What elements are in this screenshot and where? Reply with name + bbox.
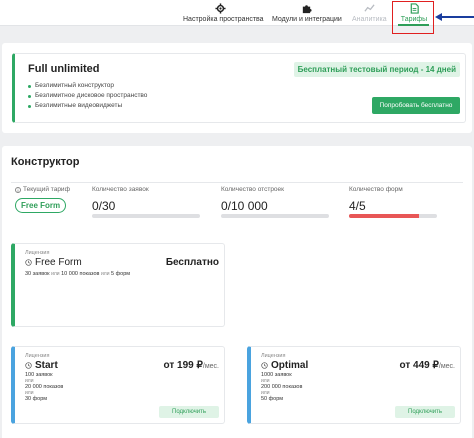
tab-modules-label: Модули и интеграции [272, 16, 342, 23]
annotation-arrow-head [435, 13, 442, 21]
license-label: Лицензия [261, 353, 286, 359]
stat-forms: Количество форм 4/5 [349, 186, 437, 218]
full-unlimited-card: Full unlimited Безлимитный конструктор Б… [2, 43, 472, 133]
stat-builds-value: 0/10 000 [221, 199, 268, 213]
current-tariff-label: Текущий тариф [23, 186, 70, 193]
clock-icon [25, 362, 32, 369]
plan-name: Free Form [35, 257, 82, 268]
feature-item: Безлимитное дисковое пространство [28, 91, 147, 101]
gear-icon [214, 3, 226, 14]
stat-forms-label: Количество форм [349, 186, 403, 193]
progress-fill [349, 214, 420, 218]
license-label: Лицензия [25, 353, 50, 359]
stat-builds-label: Количество отстроек [221, 186, 285, 193]
feature-item: Безлимитные видеовиджеты [28, 101, 147, 111]
constructor-title: Конструктор [11, 156, 80, 168]
plan-price: от 449 ₽/мес. [399, 360, 455, 371]
clock-icon [261, 362, 268, 369]
plan-limits: 1000 заявок или 200 000 показов или 50 ф… [261, 372, 303, 402]
tab-modules[interactable]: Модули и интеграции [272, 3, 342, 23]
tab-analytics-label: Аналитика [352, 16, 387, 23]
trial-badge: Бесплатный тестовый период - 14 дней [293, 62, 460, 77]
plan-limits: 100 заявок или 20 000 показов или 30 фор… [25, 372, 64, 402]
tab-analytics[interactable]: Аналитика [352, 3, 387, 23]
try-free-button[interactable]: Попробовать бесплатно [372, 97, 460, 114]
tab-space-settings[interactable]: Настройка пространства [183, 3, 264, 23]
info-icon: i [15, 186, 21, 193]
full-unlimited-panel: Full unlimited Безлимитный конструктор Б… [12, 53, 466, 123]
stat-requests-progress [92, 214, 200, 218]
plan-card-optimal: Лицензия Optimal от 449 ₽/мес. 1000 заяв… [247, 346, 461, 424]
plan-name: Start [35, 360, 58, 371]
feature-list: Безлимитный конструктор Безлимитное диск… [28, 81, 147, 111]
plan-price: от 199 ₽/мес. [163, 360, 219, 371]
stat-forms-progress [349, 214, 437, 218]
plan-price: Бесплатно [165, 257, 219, 268]
connect-button[interactable]: Подключить [395, 406, 455, 418]
plan-card-start: Лицензия Start от 199 ₽/мес. 100 заявок … [11, 346, 225, 424]
puzzle-icon [302, 5, 312, 14]
stat-builds: Количество отстроек 0/10 000 [221, 186, 329, 218]
current-tariff-badge: Free Form [15, 198, 67, 213]
clock-icon [25, 259, 32, 266]
current-tariff: i Текущий тариф Free Form [15, 186, 70, 213]
stat-requests-label: Количество заявок [92, 186, 149, 193]
stat-requests-value: 0/30 [92, 199, 116, 213]
stat-requests: Количество заявок 0/30 [92, 186, 200, 218]
full-unlimited-title: Full unlimited [28, 63, 100, 75]
annotation-arrow-shaft [438, 16, 474, 18]
tab-space-settings-label: Настройка пространства [183, 16, 264, 23]
plan-limits: 30 заявок или 10 000 показов или 5 форм [25, 271, 131, 277]
annotation-highlight-box [392, 1, 434, 34]
license-label: Лицензия [25, 250, 50, 256]
connect-button[interactable]: Подключить [159, 406, 219, 418]
plan-name: Optimal [271, 360, 309, 371]
stat-forms-value: 4/5 [349, 199, 366, 213]
plan-card-free-form: Лицензия Free Form Бесплатно 30 заявок и… [11, 243, 225, 327]
chart-line-icon [363, 4, 375, 12]
divider [11, 182, 463, 183]
feature-item: Безлимитный конструктор [28, 81, 147, 91]
stat-builds-progress [221, 214, 329, 218]
